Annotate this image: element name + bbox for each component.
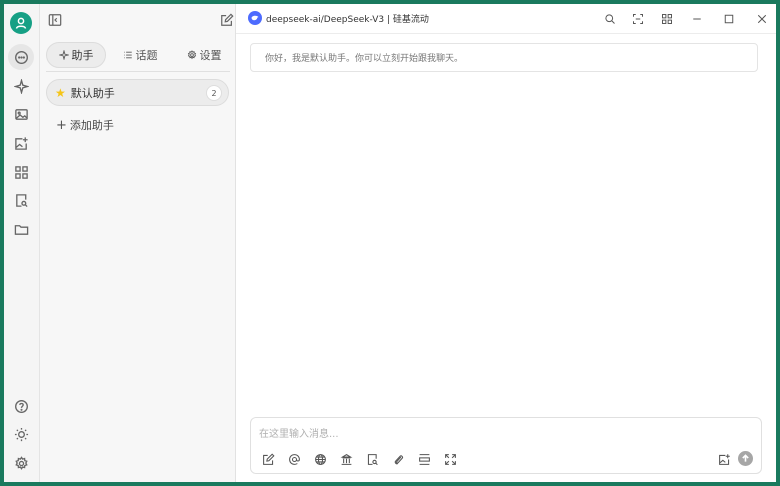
tab-assistants[interactable]: 助手 xyxy=(46,42,106,68)
maximize-icon xyxy=(724,14,734,24)
avatar[interactable] xyxy=(10,12,32,34)
mention-model-button[interactable] xyxy=(286,451,302,467)
rail-settings-button[interactable] xyxy=(8,450,34,476)
image-plus-icon xyxy=(14,136,28,150)
help-icon xyxy=(14,399,28,413)
window-minimize-button[interactable] xyxy=(688,10,706,28)
app-window: 助手 话题 设置 ★ 默认助手 2 + 添加助手 deepseek-ai/Dee… xyxy=(4,4,776,482)
expand-arrows-icon xyxy=(444,453,456,465)
sparkle-icon xyxy=(13,78,29,94)
topic-count-badge: 2 xyxy=(206,85,222,101)
context-divider-icon xyxy=(418,453,430,465)
apps-grid-icon xyxy=(662,14,672,24)
clear-context-button[interactable] xyxy=(416,451,432,467)
apps-grid-icon xyxy=(14,165,28,179)
model-logo[interactable] xyxy=(248,11,262,25)
assistant-greeting-message: 你好，我是默认助手。你可以立刻开始跟我聊天。 xyxy=(250,43,758,72)
minimize-icon xyxy=(693,18,701,20)
assistant-panel: 助手 话题 设置 ★ 默认助手 2 + 添加助手 xyxy=(40,4,236,482)
new-chat-button[interactable] xyxy=(220,12,236,28)
attach-file-button[interactable] xyxy=(390,451,406,467)
edit-icon xyxy=(262,452,275,465)
edit-icon xyxy=(221,13,234,26)
image-icon xyxy=(14,108,28,120)
whale-icon xyxy=(251,15,259,21)
icon-rail xyxy=(4,4,40,482)
rail-agents-button[interactable] xyxy=(8,73,34,99)
toggle-sidebar-button[interactable] xyxy=(48,12,64,28)
rail-help-button[interactable] xyxy=(8,393,34,419)
globe-icon xyxy=(314,453,326,465)
fullscreen-button[interactable] xyxy=(629,10,647,28)
rail-apps-button[interactable] xyxy=(8,159,34,185)
send-button[interactable] xyxy=(738,451,753,466)
expand-icon xyxy=(633,14,643,24)
rail-chat-button[interactable] xyxy=(8,44,34,70)
file-search-button[interactable] xyxy=(364,451,380,467)
window-close-button[interactable] xyxy=(753,10,771,28)
list-icon xyxy=(123,51,132,59)
document-search-icon xyxy=(367,453,378,465)
star-icon: ★ xyxy=(55,85,66,100)
tab-label: 助手 xyxy=(71,49,94,62)
rail-image-generate-button[interactable] xyxy=(8,130,34,156)
plus-icon: + xyxy=(56,117,67,133)
expand-input-button[interactable] xyxy=(442,451,458,467)
generate-image-button[interactable] xyxy=(716,451,732,467)
panel-tabs: 助手 话题 设置 xyxy=(46,42,230,72)
folder-icon xyxy=(14,224,28,235)
rail-files-button[interactable] xyxy=(8,216,34,242)
new-topic-button[interactable] xyxy=(260,451,276,467)
user-icon xyxy=(15,17,27,29)
tab-settings[interactable]: 设置 xyxy=(174,42,234,68)
sparkle-icon xyxy=(58,50,69,60)
assistant-list-item[interactable]: ★ 默认助手 2 xyxy=(46,79,229,106)
search-button[interactable] xyxy=(601,10,619,28)
close-icon xyxy=(757,14,767,24)
model-selector[interactable]: deepseek-ai/DeepSeek-V3 | 硅基流动 xyxy=(266,12,429,25)
document-search-icon xyxy=(15,193,28,207)
rail-knowledge-button[interactable] xyxy=(8,187,34,213)
message-input[interactable] xyxy=(259,425,749,443)
at-sign-icon xyxy=(288,453,300,465)
tab-label: 设置 xyxy=(199,49,222,62)
library-icon xyxy=(340,453,352,465)
tab-topics[interactable]: 话题 xyxy=(110,42,170,68)
web-search-button[interactable] xyxy=(312,451,328,467)
knowledge-base-button[interactable] xyxy=(338,451,354,467)
chat-bubble-icon xyxy=(14,50,28,64)
chat-header: deepseek-ai/DeepSeek-V3 | 硅基流动 xyxy=(236,4,776,34)
sun-icon xyxy=(14,427,28,441)
arrow-up-icon xyxy=(742,454,749,462)
rail-theme-button[interactable] xyxy=(8,421,34,447)
gear-icon xyxy=(187,50,196,60)
minapps-button[interactable] xyxy=(658,10,676,28)
gear-icon xyxy=(14,455,28,470)
window-maximize-button[interactable] xyxy=(720,10,738,28)
message-composer xyxy=(250,417,762,474)
rail-images-button[interactable] xyxy=(8,101,34,127)
chat-area: 你好，我是默认助手。你可以立刻开始跟我聊天。 xyxy=(236,34,776,482)
paperclip-icon xyxy=(394,454,403,464)
tab-label: 话题 xyxy=(135,49,158,62)
search-icon xyxy=(605,14,615,24)
sidebar-toggle-icon xyxy=(48,14,62,26)
image-plus-icon xyxy=(718,453,730,465)
add-assistant-label: 添加助手 xyxy=(69,119,114,132)
assistant-name: 默认助手 xyxy=(70,86,115,100)
add-assistant-button[interactable]: + 添加助手 xyxy=(56,117,114,133)
